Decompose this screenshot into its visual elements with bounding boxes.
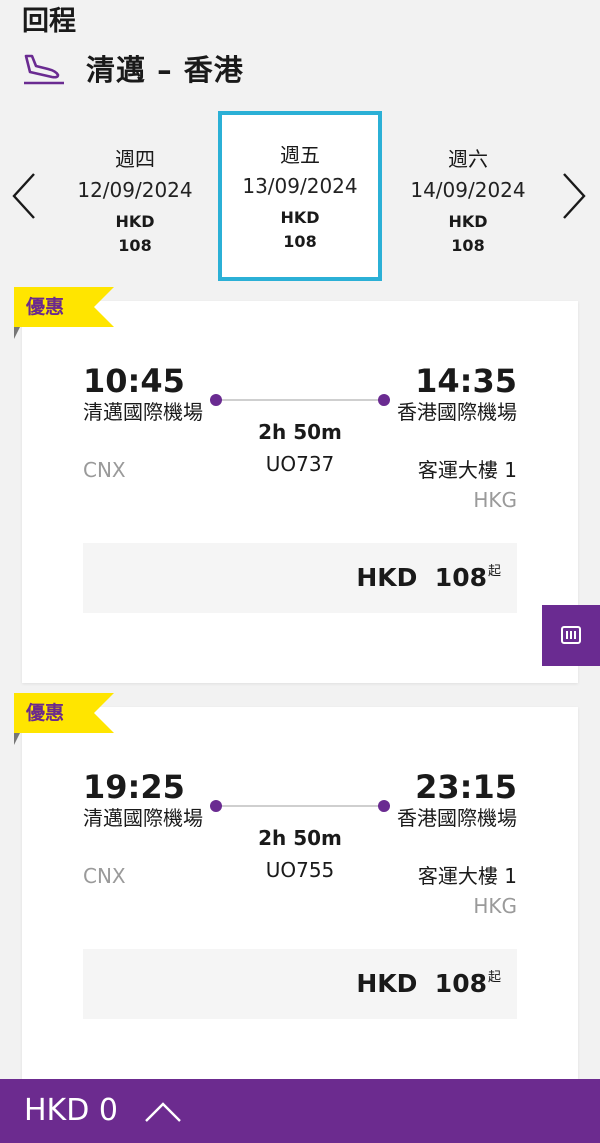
fare-price: HKD 108起 xyxy=(356,543,501,613)
flight-duration: 2h 50m xyxy=(258,420,342,444)
route-title: 清邁 – 香港 xyxy=(86,53,244,87)
arrival-airport: 香港國際機場 xyxy=(397,806,517,830)
date-value: 13/09/2024 xyxy=(242,174,358,198)
date-price: 108 xyxy=(118,236,152,255)
date-weekday: 週四 xyxy=(115,147,155,171)
chevron-left-icon xyxy=(12,173,35,219)
plane-landing-icon xyxy=(24,54,64,85)
flight-card[interactable]: 優惠 19:25 清邁國際機場 CNX 2h 50m UO755 23:15 香… xyxy=(14,693,578,1087)
date-currency: HKD xyxy=(448,212,488,231)
arrival-time: 14:35 xyxy=(415,362,517,400)
next-date-button[interactable] xyxy=(552,168,592,224)
flight-duration: 2h 50m xyxy=(258,826,342,850)
origin-dot xyxy=(210,800,222,812)
arrival-airport: 香港國際機場 xyxy=(397,400,517,424)
date-option[interactable]: 週六 14/09/2024 HKD 108 xyxy=(386,116,550,276)
promo-label: 優惠 xyxy=(26,702,65,724)
route-row: 清邁 – 香港 xyxy=(22,46,244,90)
departure-code: CNX xyxy=(83,864,126,888)
date-option[interactable]: 週四 12/09/2024 HKD 108 xyxy=(53,116,217,276)
price-amount: 108 xyxy=(434,969,487,998)
chevron-right-icon xyxy=(563,173,586,219)
date-strip: 週四 12/09/2024 HKD 108 週五 13/09/2024 HKD … xyxy=(0,108,600,283)
price-amount: 108 xyxy=(434,563,487,592)
promo-badge: 優惠 xyxy=(14,287,114,339)
date-value: 14/09/2024 xyxy=(410,178,526,202)
bottom-total-bar[interactable]: HKD 0 xyxy=(0,1079,600,1143)
flight-track xyxy=(210,393,390,407)
date-price: 108 xyxy=(283,232,317,251)
side-tab-button[interactable] xyxy=(542,605,600,666)
arrival-terminal: 客運大樓 1 xyxy=(417,864,517,888)
date-weekday: 週六 xyxy=(448,147,488,171)
date-currency: HKD xyxy=(115,212,155,231)
arrival-time: 23:15 xyxy=(415,768,517,806)
departure-airport: 清邁國際機場 xyxy=(83,806,203,830)
promo-label: 優惠 xyxy=(26,296,65,318)
arrival-code: HKG xyxy=(473,894,517,918)
price-currency: HKD xyxy=(356,969,418,998)
chevron-up-icon xyxy=(145,1102,181,1122)
section-title: 回程 xyxy=(22,6,76,37)
date-weekday: 週五 xyxy=(280,143,320,167)
flight-track xyxy=(210,799,390,813)
price-box[interactable]: HKD 108起 xyxy=(83,949,517,1019)
date-option-selected[interactable]: 週五 13/09/2024 HKD 108 xyxy=(218,111,382,281)
flight-number: UO737 xyxy=(265,452,335,476)
barcode-icon xyxy=(561,626,581,644)
departure-code: CNX xyxy=(83,458,126,482)
date-currency: HKD xyxy=(280,208,320,227)
origin-dot xyxy=(210,394,222,406)
arrival-terminal: 客運大樓 1 xyxy=(417,458,517,482)
price-currency: HKD xyxy=(356,563,418,592)
total-price: HKD 0 xyxy=(24,1093,118,1128)
departure-time: 10:45 xyxy=(83,362,185,400)
prev-date-button[interactable] xyxy=(6,168,46,224)
fare-price: HKD 108起 xyxy=(356,949,501,1019)
date-value: 12/09/2024 xyxy=(77,178,193,202)
departure-airport: 清邁國際機場 xyxy=(83,400,203,424)
price-suffix: 起 xyxy=(487,970,501,985)
date-price: 108 xyxy=(451,236,485,255)
price-suffix: 起 xyxy=(487,564,501,579)
price-box[interactable]: HKD 108起 xyxy=(83,543,517,613)
flight-card[interactable]: 優惠 10:45 清邁國際機場 CNX 2h 50m UO737 14:35 香… xyxy=(14,287,578,683)
arrival-code: HKG xyxy=(473,488,517,512)
promo-badge: 優惠 xyxy=(14,693,114,745)
departure-time: 19:25 xyxy=(83,768,185,806)
flight-number: UO755 xyxy=(265,858,335,882)
